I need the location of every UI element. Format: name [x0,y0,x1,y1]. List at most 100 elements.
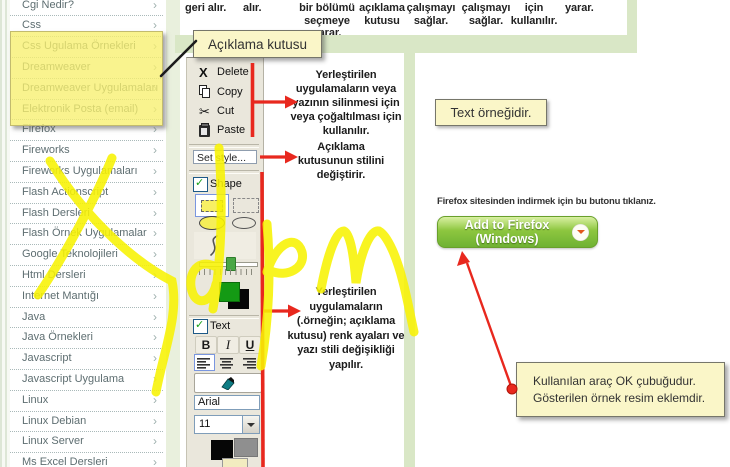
chevron-right-icon [153,0,157,15]
dropdown-button[interactable] [242,416,259,433]
shape-ellipse-outline-button[interactable] [232,217,256,229]
chevron-right-icon [153,327,157,348]
menu-item-paste[interactable]: Paste [191,121,257,140]
firefox-instruction-text: Firefox sitesinden indirmek için bu buto… [437,196,656,207]
filled-dashed-rect-icon [201,200,223,212]
table-cell: geri alır. [185,2,241,15]
shape-rect-filled-button[interactable] [195,194,229,217]
top-table-right-border [627,0,637,35]
annotation-delete-note: Yerleştirilen uygulamaların veya yazının… [290,68,402,138]
sidebar-item-internet-mantigi[interactable]: Internet Mantığı [10,286,163,308]
sidebar-item-fireworks-uygulamalari[interactable]: Fireworks Uygulamaları [10,161,163,183]
align-right-button[interactable] [238,354,259,371]
sidebar-item-google-teknolojileri[interactable]: Google Teknolojileri [10,244,163,266]
shape-checkbox-label: Shape [210,178,242,190]
text-highlight-color-swatch[interactable] [222,458,248,467]
chevron-right-icon [153,431,157,452]
add-to-firefox-label: Add to Firefox (Windows) [438,218,572,246]
separator [189,144,259,148]
chevron-right-icon [153,265,157,286]
screenshot-canvas: geri alır. alır. bir bölümü seçmeye yara… [0,0,730,467]
text-color-format-button[interactable] [194,373,262,393]
page-divider-strip [166,0,180,467]
chevron-right-icon [153,348,157,369]
shape-fill-color-swatch[interactable] [219,282,240,302]
delete-x-icon: X [199,65,213,79]
squiggle-line-icon [204,233,224,258]
tool-panel: X Delete Copy ✂ Cut Paste Set style... S… [186,57,264,467]
menu-item-copy[interactable]: Copy [191,83,257,102]
chevron-down-icon [247,423,255,431]
sidebar-item-java-ornekleri[interactable]: Java Örnekleri [10,327,163,349]
toolbar-note-callout: Kullanılan araç OK çubuğudur. Gösterilen… [516,362,725,417]
shape-checkbox[interactable] [193,177,208,192]
content-box-right-border [404,35,415,467]
shape-ellipse-filled-button[interactable] [199,216,225,230]
font-size-value: 11 [199,418,210,430]
sidebar-highlight-overlay [10,31,163,126]
table-cell: yarar. [565,2,607,15]
underline-button[interactable]: U [239,336,261,354]
page-edge-stripes [0,0,10,467]
font-size-dropdown[interactable]: 11 [194,415,260,434]
italic-button[interactable]: I [217,336,239,354]
table-cell: alır. [243,2,275,15]
chevron-right-icon [153,182,157,203]
sidebar-item-linux-debian[interactable]: Linux Debian [10,411,163,433]
align-center-button[interactable] [216,354,237,371]
red-arrowhead [457,251,470,266]
chevron-right-icon [153,223,157,244]
sidebar-item-java[interactable]: Java [10,307,163,329]
sidebar-item-cgi-nedir[interactable]: Cgi Nedir? [10,0,163,16]
chevron-right-icon [153,307,157,328]
add-to-firefox-button[interactable]: Add to Firefox (Windows) [437,216,598,248]
chevron-right-icon [153,140,157,161]
chevron-right-icon [153,161,157,182]
sidebar-item-javascript-uygulama[interactable]: Javascript Uygulama [10,369,163,391]
annotation-style-note: Açıklama kutusunun stilini değiştirir. [295,140,387,182]
chevron-right-icon [153,390,157,411]
align-right-icon [241,357,256,369]
table-cell: açıklama kutusu [355,2,409,27]
sidebar-item-flash-ornek[interactable]: Flash Örnek Uygulamalar [10,223,163,245]
sidebar-item-flash-dersleri[interactable]: Flash Dersleri [10,203,163,225]
aciklama-kutusu-callout: Açıklama kutusu [193,30,322,58]
table-cell: çalışmayı sağlar. [404,2,458,27]
sidebar-item-ms-excel[interactable]: Ms Excel Dersleri [10,452,163,467]
text-checkbox-label: Text [210,320,230,332]
sidebar-item-javascript[interactable]: Javascript [10,348,163,370]
shape-freeline-button[interactable] [194,232,256,259]
dropdown-arrow-icon [577,230,585,238]
chevron-right-icon [153,411,157,432]
sidebar-item-html-dersleri[interactable]: Html Dersleri [10,265,163,287]
font-name-input[interactable]: Arial [194,395,260,410]
text-secondary-color-swatch[interactable] [234,438,258,457]
button-dropdown-circle[interactable] [572,224,589,241]
chevron-right-icon [153,286,157,307]
text-checkbox[interactable] [193,319,208,334]
text-example-callout: Text örneğidir. [435,99,547,126]
align-center-icon [219,357,234,369]
sidebar-item-linux-server[interactable]: Linux Server [10,431,163,453]
align-left-icon [197,357,212,369]
chevron-right-icon [153,244,157,265]
set-style-input[interactable]: Set style... [193,150,257,164]
sidebar-item-linux[interactable]: Linux [10,390,163,412]
annotation-text-note: Yerleştirilen uygulamaların (.örneğin; a… [284,285,408,373]
chevron-right-icon [153,452,157,467]
bold-button[interactable]: B [195,336,217,354]
table-cell: için kullanılır. [507,2,561,27]
chevron-right-icon [153,203,157,224]
text-color-swatch[interactable] [211,440,233,460]
menu-item-cut[interactable]: ✂ Cut [191,102,257,121]
sidebar-item-flash-actionscript[interactable]: Flash Actionscript [10,182,163,204]
scribble-e [267,242,303,273]
chevron-right-icon [153,369,157,390]
menu-item-delete[interactable]: X Delete [191,63,257,82]
paint-format-icon [220,377,237,390]
shape-rect-outline-button[interactable] [233,198,259,213]
sidebar-item-fireworks[interactable]: Fireworks [10,140,163,162]
scissors-icon: ✂ [199,104,213,118]
red-arrow-to-button [467,263,511,386]
align-left-button[interactable] [194,354,215,371]
